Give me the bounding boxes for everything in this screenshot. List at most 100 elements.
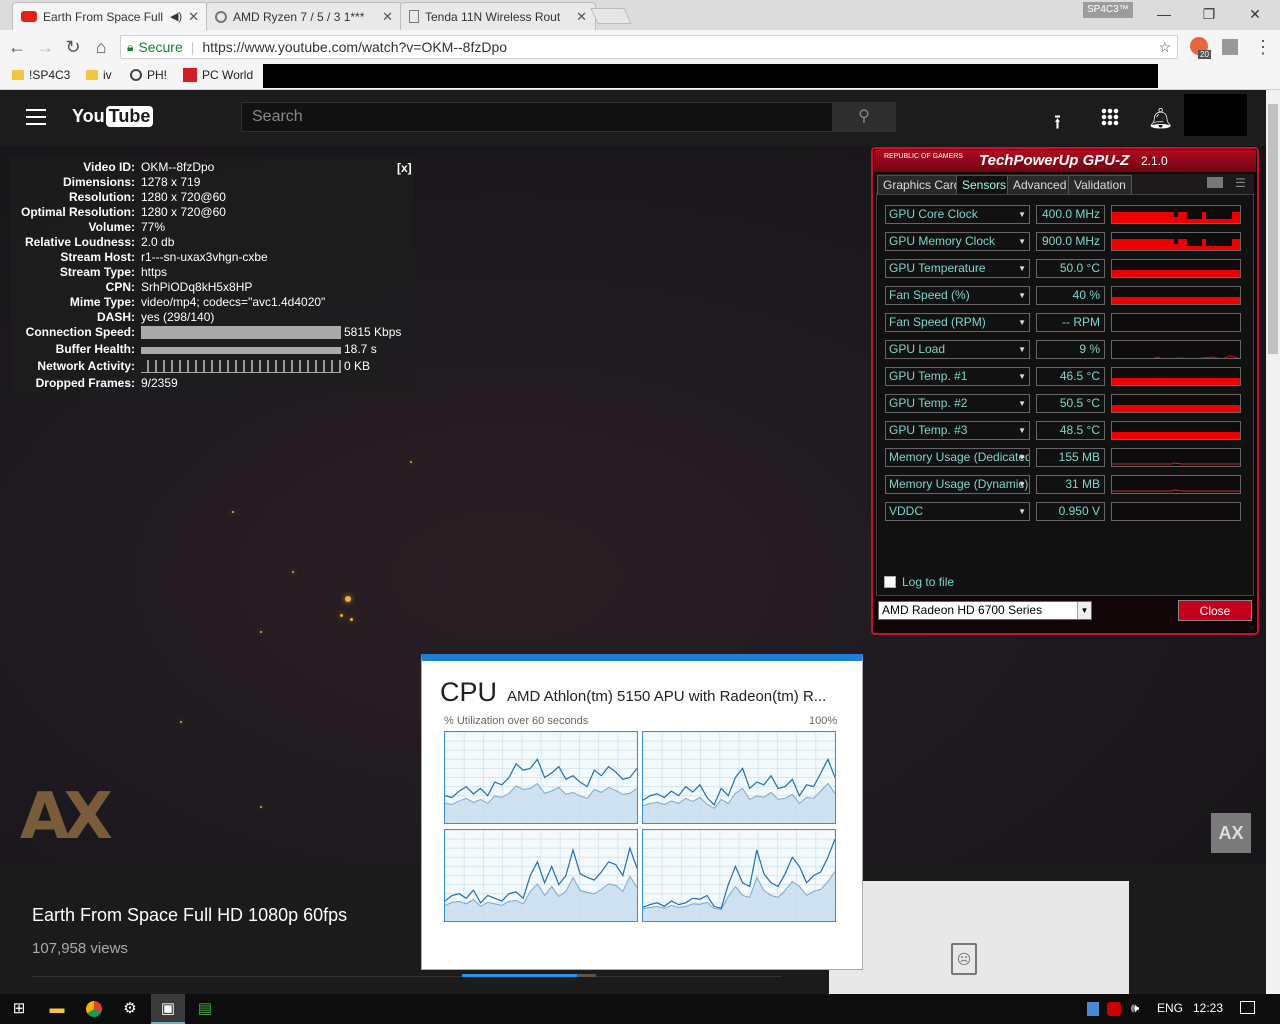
sensor-name-dropdown[interactable]: Memory Usage (Dedicated) ▼ (885, 448, 1030, 467)
buffer-health-bar (141, 343, 341, 356)
camera-icon[interactable] (1207, 177, 1223, 188)
chevron-down-icon[interactable]: ▼ (1077, 602, 1091, 619)
recommended-thumbnail[interactable]: ☹ (829, 881, 1129, 994)
connection-speed-bar (141, 326, 341, 339)
close-button[interactable]: Close (1178, 600, 1252, 621)
cpu-core-graph (642, 829, 836, 922)
redacted-bookmarks (263, 64, 1158, 88)
speaker-icon[interactable]: ◀) (170, 10, 182, 23)
utilization-label: % Utilization over 60 seconds (444, 715, 589, 727)
sensor-name-dropdown[interactable]: GPU Temp. #3 ▼ (885, 421, 1030, 440)
chevron-down-icon[interactable]: ▼ (1018, 449, 1026, 466)
input-language[interactable]: ENG (1157, 1001, 1183, 1015)
minimize-icon[interactable]: — (1152, 4, 1176, 24)
sensor-name-dropdown[interactable]: GPU Temperature ▼ (885, 259, 1030, 278)
file-explorer-icon[interactable]: ▬ (40, 994, 74, 1024)
reload-icon[interactable]: ↻ (62, 36, 84, 58)
sensor-name-dropdown[interactable]: GPU Memory Clock ▼ (885, 232, 1030, 251)
chevron-down-icon[interactable]: ▼ (1018, 476, 1026, 493)
star-icon[interactable]: ☆ (1158, 39, 1171, 56)
sensor-name-dropdown[interactable]: VDDC ▼ (885, 502, 1030, 521)
stat-row: Optimal Resolution: 1280 x 720@60 (21, 205, 226, 219)
ax-channel-branding[interactable]: AX (1211, 813, 1251, 853)
action-center-icon[interactable] (1240, 1001, 1255, 1014)
gpu-select[interactable]: AMD Radeon HD 6700 Series ▼ (878, 601, 1092, 620)
url-text[interactable]: https://www.youtube.com/watch?v=OKM--8fz… (202, 39, 507, 55)
search-input[interactable]: Search (241, 102, 833, 132)
sensor-name-dropdown[interactable]: Memory Usage (Dynamic) ▼ (885, 475, 1030, 494)
apps-grid-icon[interactable] (1101, 108, 1119, 126)
chevron-down-icon[interactable]: ▼ (1018, 206, 1026, 223)
sensor-name: GPU Temp. #1 (889, 369, 968, 383)
bookmark-pcworld[interactable]: PC World (183, 68, 253, 82)
tab-validation[interactable]: Validation (1068, 175, 1132, 194)
close-tab-icon[interactable]: ✕ (576, 9, 587, 25)
new-tab-button[interactable] (590, 8, 632, 24)
stats-close-button[interactable]: [x] (397, 161, 412, 175)
clock[interactable]: 12:23 (1193, 1001, 1223, 1015)
chrome-icon[interactable] (77, 994, 111, 1024)
back-icon[interactable]: ← (6, 36, 28, 58)
scrollbar-thumb[interactable] (1268, 104, 1278, 354)
tray-app-icon[interactable] (1087, 1002, 1099, 1016)
bookmark-iv[interactable]: iv (86, 68, 112, 82)
profile-badge[interactable]: SP4C3™ (1083, 2, 1133, 18)
chevron-down-icon[interactable]: ▼ (1018, 287, 1026, 304)
chevron-down-icon[interactable]: ▼ (1018, 341, 1026, 358)
menu-icon[interactable]: ☰ (1235, 176, 1246, 190)
chevron-down-icon[interactable]: ▼ (1018, 503, 1026, 520)
notifications-bell-icon[interactable]: 🔔︎ (1148, 106, 1173, 131)
sensor-value: 31 MB (1036, 475, 1105, 494)
tray-red-icon[interactable] (1107, 1002, 1121, 1016)
bookmark-ph[interactable]: PH! (130, 68, 167, 82)
steam-icon[interactable]: ⚙ (113, 994, 147, 1024)
close-tab-icon[interactable]: ✕ (382, 9, 393, 25)
sensor-name-dropdown[interactable]: Fan Speed (RPM) ▼ (885, 313, 1030, 332)
document-icon (409, 10, 419, 23)
task-manager-icon[interactable]: ▣ (151, 994, 185, 1024)
tab-sensors[interactable]: Sensors (956, 175, 1013, 194)
chevron-down-icon[interactable]: ▼ (1018, 260, 1026, 277)
youtube-icon (21, 11, 37, 22)
youtube-logo[interactable]: You Tube (72, 106, 154, 127)
chevron-down-icon[interactable]: ▼ (1018, 233, 1026, 250)
chevron-down-icon[interactable]: ▼ (1018, 422, 1026, 439)
like-bar (462, 974, 596, 977)
sensor-name-dropdown[interactable]: Fan Speed (%) ▼ (885, 286, 1030, 305)
sensor-name-dropdown[interactable]: GPU Temp. #2 ▼ (885, 394, 1030, 413)
chevron-down-icon[interactable]: ▼ (1018, 314, 1026, 331)
menu-dots-icon[interactable]: ⋮ (1252, 36, 1274, 58)
chevron-down-icon[interactable]: ▼ (1018, 368, 1026, 385)
tab-label: AMD Ryzen 7 / 5 / 3 1*** (233, 9, 365, 24)
hamburger-icon[interactable] (26, 109, 46, 125)
upload-icon[interactable]: ⭱ (1054, 108, 1061, 142)
home-icon[interactable]: ⌂ (90, 36, 112, 58)
sensor-name-dropdown[interactable]: GPU Load ▼ (885, 340, 1030, 359)
extension-h-icon[interactable] (1222, 39, 1238, 55)
chevron-down-icon[interactable]: ▼ (1018, 395, 1026, 412)
volume-icon[interactable]: 🕪︎ (1131, 1000, 1139, 1016)
tab-amd-ryzen[interactable]: AMD Ryzen 7 / 5 / 3 1*** ✕ (206, 2, 402, 30)
close-tab-icon[interactable]: ✕ (188, 9, 199, 25)
sensor-name-dropdown[interactable]: GPU Core Clock ▼ (885, 205, 1030, 224)
restore-icon[interactable]: ❐ (1197, 4, 1221, 24)
tab-earth-from-space[interactable]: Earth From Space Full ◀) ✕ (12, 2, 208, 30)
bookmark-sp4c3[interactable]: !SP4C3 (12, 68, 70, 82)
address-bar[interactable]: 🔒︎ Secure | https://www.youtube.com/watc… (120, 35, 1178, 59)
sensor-name-dropdown[interactable]: GPU Temp. #1 ▼ (885, 367, 1030, 386)
stat-row: Dimensions: 1278 x 719 (62, 175, 201, 189)
tab-graphics-card[interactable]: Graphics Card (877, 175, 967, 194)
log-to-file[interactable]: Log to file (884, 575, 954, 589)
close-window-icon[interactable]: ✕ (1243, 4, 1267, 24)
log-checkbox[interactable] (884, 576, 896, 588)
windows-start-icon[interactable]: ⊞ (2, 994, 36, 1024)
tab-tenda[interactable]: Tenda 11N Wireless Rout ✕ (400, 2, 596, 30)
tab-advanced[interactable]: Advanced (1007, 175, 1073, 194)
stat-row: Resolution: 1280 x 720@60 (69, 190, 226, 204)
gpuz-taskbar-icon[interactable]: ▤ (188, 994, 222, 1024)
network-activity-bar (141, 360, 341, 373)
forward-icon[interactable]: → (34, 36, 56, 58)
avatar[interactable] (1184, 94, 1247, 136)
search-icon[interactable]: ⚲ (832, 102, 896, 132)
cpu-core-graph (444, 829, 638, 922)
